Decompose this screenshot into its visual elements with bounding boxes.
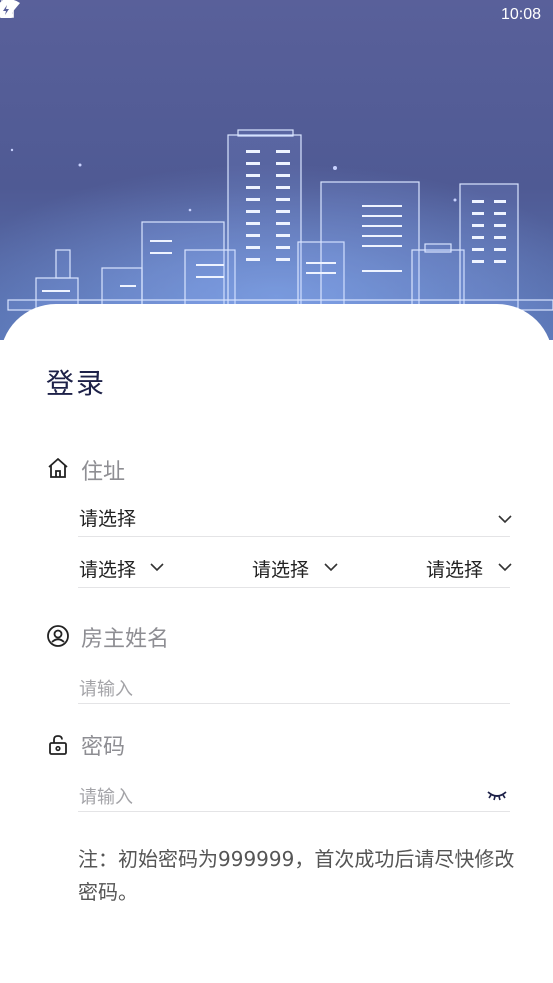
address-sub-select-2[interactable]: 请选择 xyxy=(252,555,309,582)
chevron-down-icon[interactable] xyxy=(497,514,513,524)
divider xyxy=(78,811,510,812)
status-time: 10:08 xyxy=(500,6,541,23)
password-input[interactable]: 请输入 xyxy=(79,783,133,809)
lock-icon xyxy=(49,735,67,755)
address-sub-select-3[interactable]: 请选择 xyxy=(426,555,483,582)
user-circle-icon xyxy=(47,625,69,647)
divider xyxy=(78,587,510,588)
chevron-down-icon[interactable] xyxy=(323,562,339,572)
status-bar: 10:08 xyxy=(0,0,553,30)
password-label: 密码 xyxy=(81,735,126,760)
home-icon xyxy=(48,458,68,478)
divider xyxy=(78,703,510,704)
hero-banner: 10:08 xyxy=(0,0,553,340)
chevron-down-icon[interactable] xyxy=(497,562,513,572)
battery-charging-icon xyxy=(0,0,12,18)
page-title: 登录 xyxy=(46,367,107,400)
owner-name-label: 房主姓名 xyxy=(81,627,170,652)
address-label: 住址 xyxy=(81,460,126,485)
owner-name-input[interactable]: 请输入 xyxy=(79,675,133,701)
password-note: 注：初始密码为999999，首次成功后请尽快修改密码。 xyxy=(78,847,515,904)
divider xyxy=(78,536,510,537)
eye-closed-icon[interactable] xyxy=(487,789,507,801)
city-skyline-illustration xyxy=(0,120,553,340)
chevron-down-icon[interactable] xyxy=(149,562,165,572)
address-select[interactable]: 请选择 xyxy=(79,504,136,531)
address-sub-select-1[interactable]: 请选择 xyxy=(79,555,136,582)
